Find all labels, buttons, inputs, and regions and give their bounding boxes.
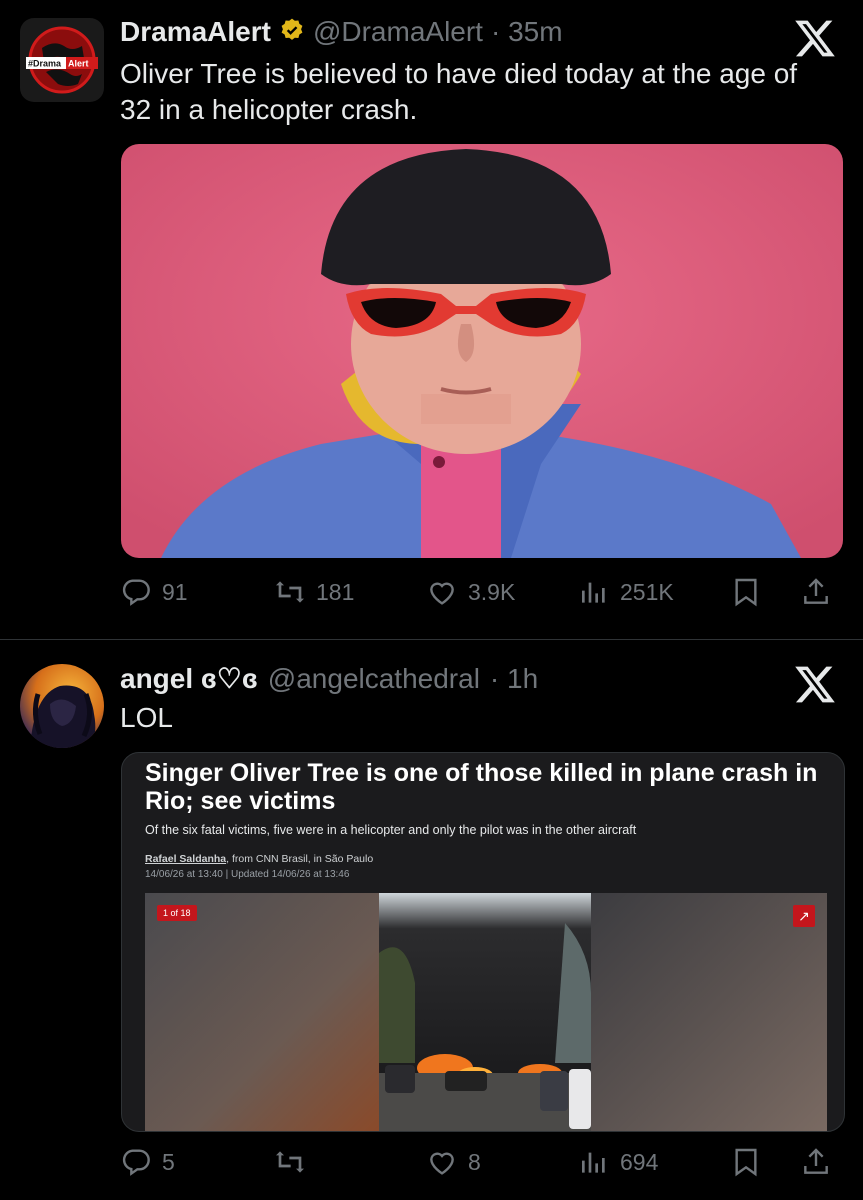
news-screenshot-card[interactable]: Singer Oliver Tree is one of those kille… [121, 752, 845, 1132]
reply-count: 5 [162, 1148, 175, 1175]
reply-button[interactable]: 91 [120, 576, 188, 608]
views-icon [582, 582, 605, 603]
views-count: 251K [620, 578, 674, 605]
tweet-time[interactable]: · 1h [490, 663, 538, 695]
views-button[interactable]: 251K [578, 576, 674, 608]
news-author-rest: , from CNN Brasil, in São Paulo [226, 853, 374, 865]
bookmark-icon [735, 1148, 757, 1177]
share-icon [804, 1148, 828, 1174]
tweet-text: Oliver Tree is believed to have died tod… [120, 56, 850, 128]
user-handle[interactable]: @DramaAlert [313, 16, 483, 48]
avatar-angel[interactable] [20, 664, 104, 748]
like-count: 8 [468, 1148, 481, 1175]
like-button[interactable]: 3.9K [426, 576, 515, 608]
tweet-text-line-2: 32 in a helicopter crash. [120, 94, 418, 125]
share-icon [804, 578, 828, 604]
crash-photo-gallery-image [145, 893, 827, 1131]
share-button[interactable] [800, 576, 832, 608]
views-icon [582, 1152, 605, 1173]
tweet-actions: 91 181 3.9K 251K [120, 576, 840, 616]
dramaalert-logo-icon: #Drama Alert [20, 18, 104, 102]
bookmark-icon [735, 578, 757, 607]
share-button[interactable] [800, 1146, 832, 1178]
like-count: 3.9K [468, 578, 516, 605]
reply-count: 91 [162, 578, 188, 605]
bookmark-button[interactable] [730, 576, 762, 608]
avatar-dramaalert[interactable]: #Drama Alert [20, 18, 104, 102]
news-author: Rafael Saldanha [145, 853, 227, 865]
tweet-text: LOL [120, 702, 173, 733]
news-headline: Singer Oliver Tree is one of those kille… [145, 759, 818, 815]
display-name[interactable]: angel ɞ♡ɞ [120, 662, 258, 695]
verified-badge-icon [279, 17, 305, 48]
portrait-photo-image [121, 144, 843, 558]
repost-count: 181 [316, 578, 355, 605]
expand-icon[interactable]: ↗ [793, 905, 815, 927]
like-icon [430, 1152, 454, 1175]
news-byline: Rafael Saldanha, from CNN Brasil, in São… [145, 853, 373, 865]
tweet-header: DramaAlert @DramaAlert · 35m [120, 16, 563, 48]
repost-button[interactable]: 181 [274, 576, 354, 608]
views-button[interactable]: 694 [578, 1146, 658, 1178]
angel-avatar-image [20, 664, 104, 748]
tweet-header: angel ɞ♡ɞ @angelcathedral · 1h [120, 662, 538, 695]
news-subtitle: Of the six fatal victims, five were in a… [145, 823, 637, 837]
tweet-text-line-1: Oliver Tree is believed to have died tod… [120, 58, 798, 89]
reply-button[interactable]: 5 [120, 1146, 175, 1178]
display-name[interactable]: DramaAlert [120, 16, 271, 48]
tweet-dramaalert[interactable]: #Drama Alert DramaAlert @DramaAlert · 35… [0, 0, 863, 638]
reply-icon [122, 579, 150, 606]
avatar-logo-text-2: Alert [68, 59, 89, 69]
user-handle[interactable]: @angelcathedral [268, 663, 480, 695]
views-count: 694 [620, 1148, 659, 1175]
x-logo-icon [793, 662, 837, 714]
tweet-photo[interactable] [121, 144, 843, 558]
repost-icon [276, 1151, 304, 1173]
avatar-logo-text-1: #Drama [28, 59, 62, 69]
news-date: 14/06/26 at 13:40 | Updated 14/06/26 at … [145, 869, 350, 880]
tweet-time[interactable]: · 35m [491, 16, 563, 48]
gallery-counter-badge: 1 of 18 [157, 905, 197, 921]
news-gallery[interactable]: 1 of 18 ↗ [145, 893, 827, 1131]
repost-icon [276, 581, 304, 603]
reply-icon [122, 1149, 150, 1176]
like-button[interactable]: 8 [426, 1146, 481, 1178]
bookmark-button[interactable] [730, 1146, 762, 1178]
like-icon [430, 582, 454, 605]
tweet-actions-2: 5 8 694 [120, 1146, 840, 1186]
repost-button[interactable] [274, 1146, 316, 1178]
